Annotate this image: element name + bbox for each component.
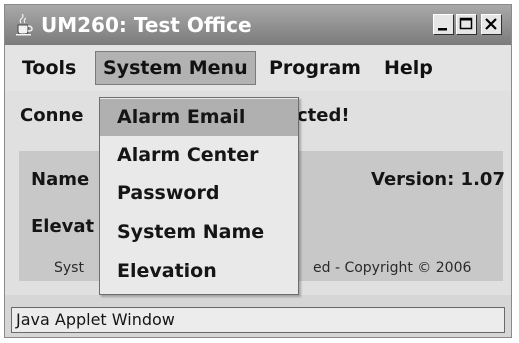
menu-bar: Tools System Menu Program Help <box>5 45 511 91</box>
menu-item-system-name[interactable]: System Name <box>100 214 298 251</box>
copyright-left: Syst <box>54 260 84 276</box>
menu-item-alarm-email[interactable]: Alarm Email <box>100 99 298 136</box>
window-title: UM260: Test Office <box>41 13 252 37</box>
java-cup-icon <box>13 13 35 36</box>
menu-item-elevation[interactable]: Elevation <box>100 253 298 290</box>
maximize-button[interactable] <box>456 14 477 35</box>
copyright-right: ed - Copyright © 2006 <box>313 260 472 276</box>
applet-window-label: Java Applet Window <box>16 310 175 329</box>
applet-warning-bar: Java Applet Window <box>11 307 505 333</box>
menu-item-alarm-center[interactable]: Alarm Center <box>100 137 298 174</box>
applet-window: UM260: Test Office Tools System Menu Pro… <box>4 4 512 338</box>
system-menu-dropdown: Alarm Email Alarm Center Password System… <box>99 97 299 295</box>
applet-footer: Java Applet Window <box>5 299 511 337</box>
connection-status-right: cted! <box>297 105 350 126</box>
menu-system-menu[interactable]: System Menu <box>95 51 256 85</box>
menu-help[interactable]: Help <box>377 51 440 85</box>
connection-status-left: Conne <box>20 105 84 126</box>
menu-program[interactable]: Program <box>262 51 368 85</box>
minimize-button[interactable] <box>433 14 454 35</box>
close-button[interactable] <box>481 14 502 35</box>
menu-item-password[interactable]: Password <box>100 175 298 212</box>
title-bar[interactable]: UM260: Test Office <box>5 5 511 45</box>
version-label: Version: 1.07 <box>371 169 505 190</box>
elevation-label: Elevat <box>31 216 95 237</box>
menu-tools[interactable]: Tools <box>15 51 83 85</box>
name-label: Name <box>31 169 90 190</box>
